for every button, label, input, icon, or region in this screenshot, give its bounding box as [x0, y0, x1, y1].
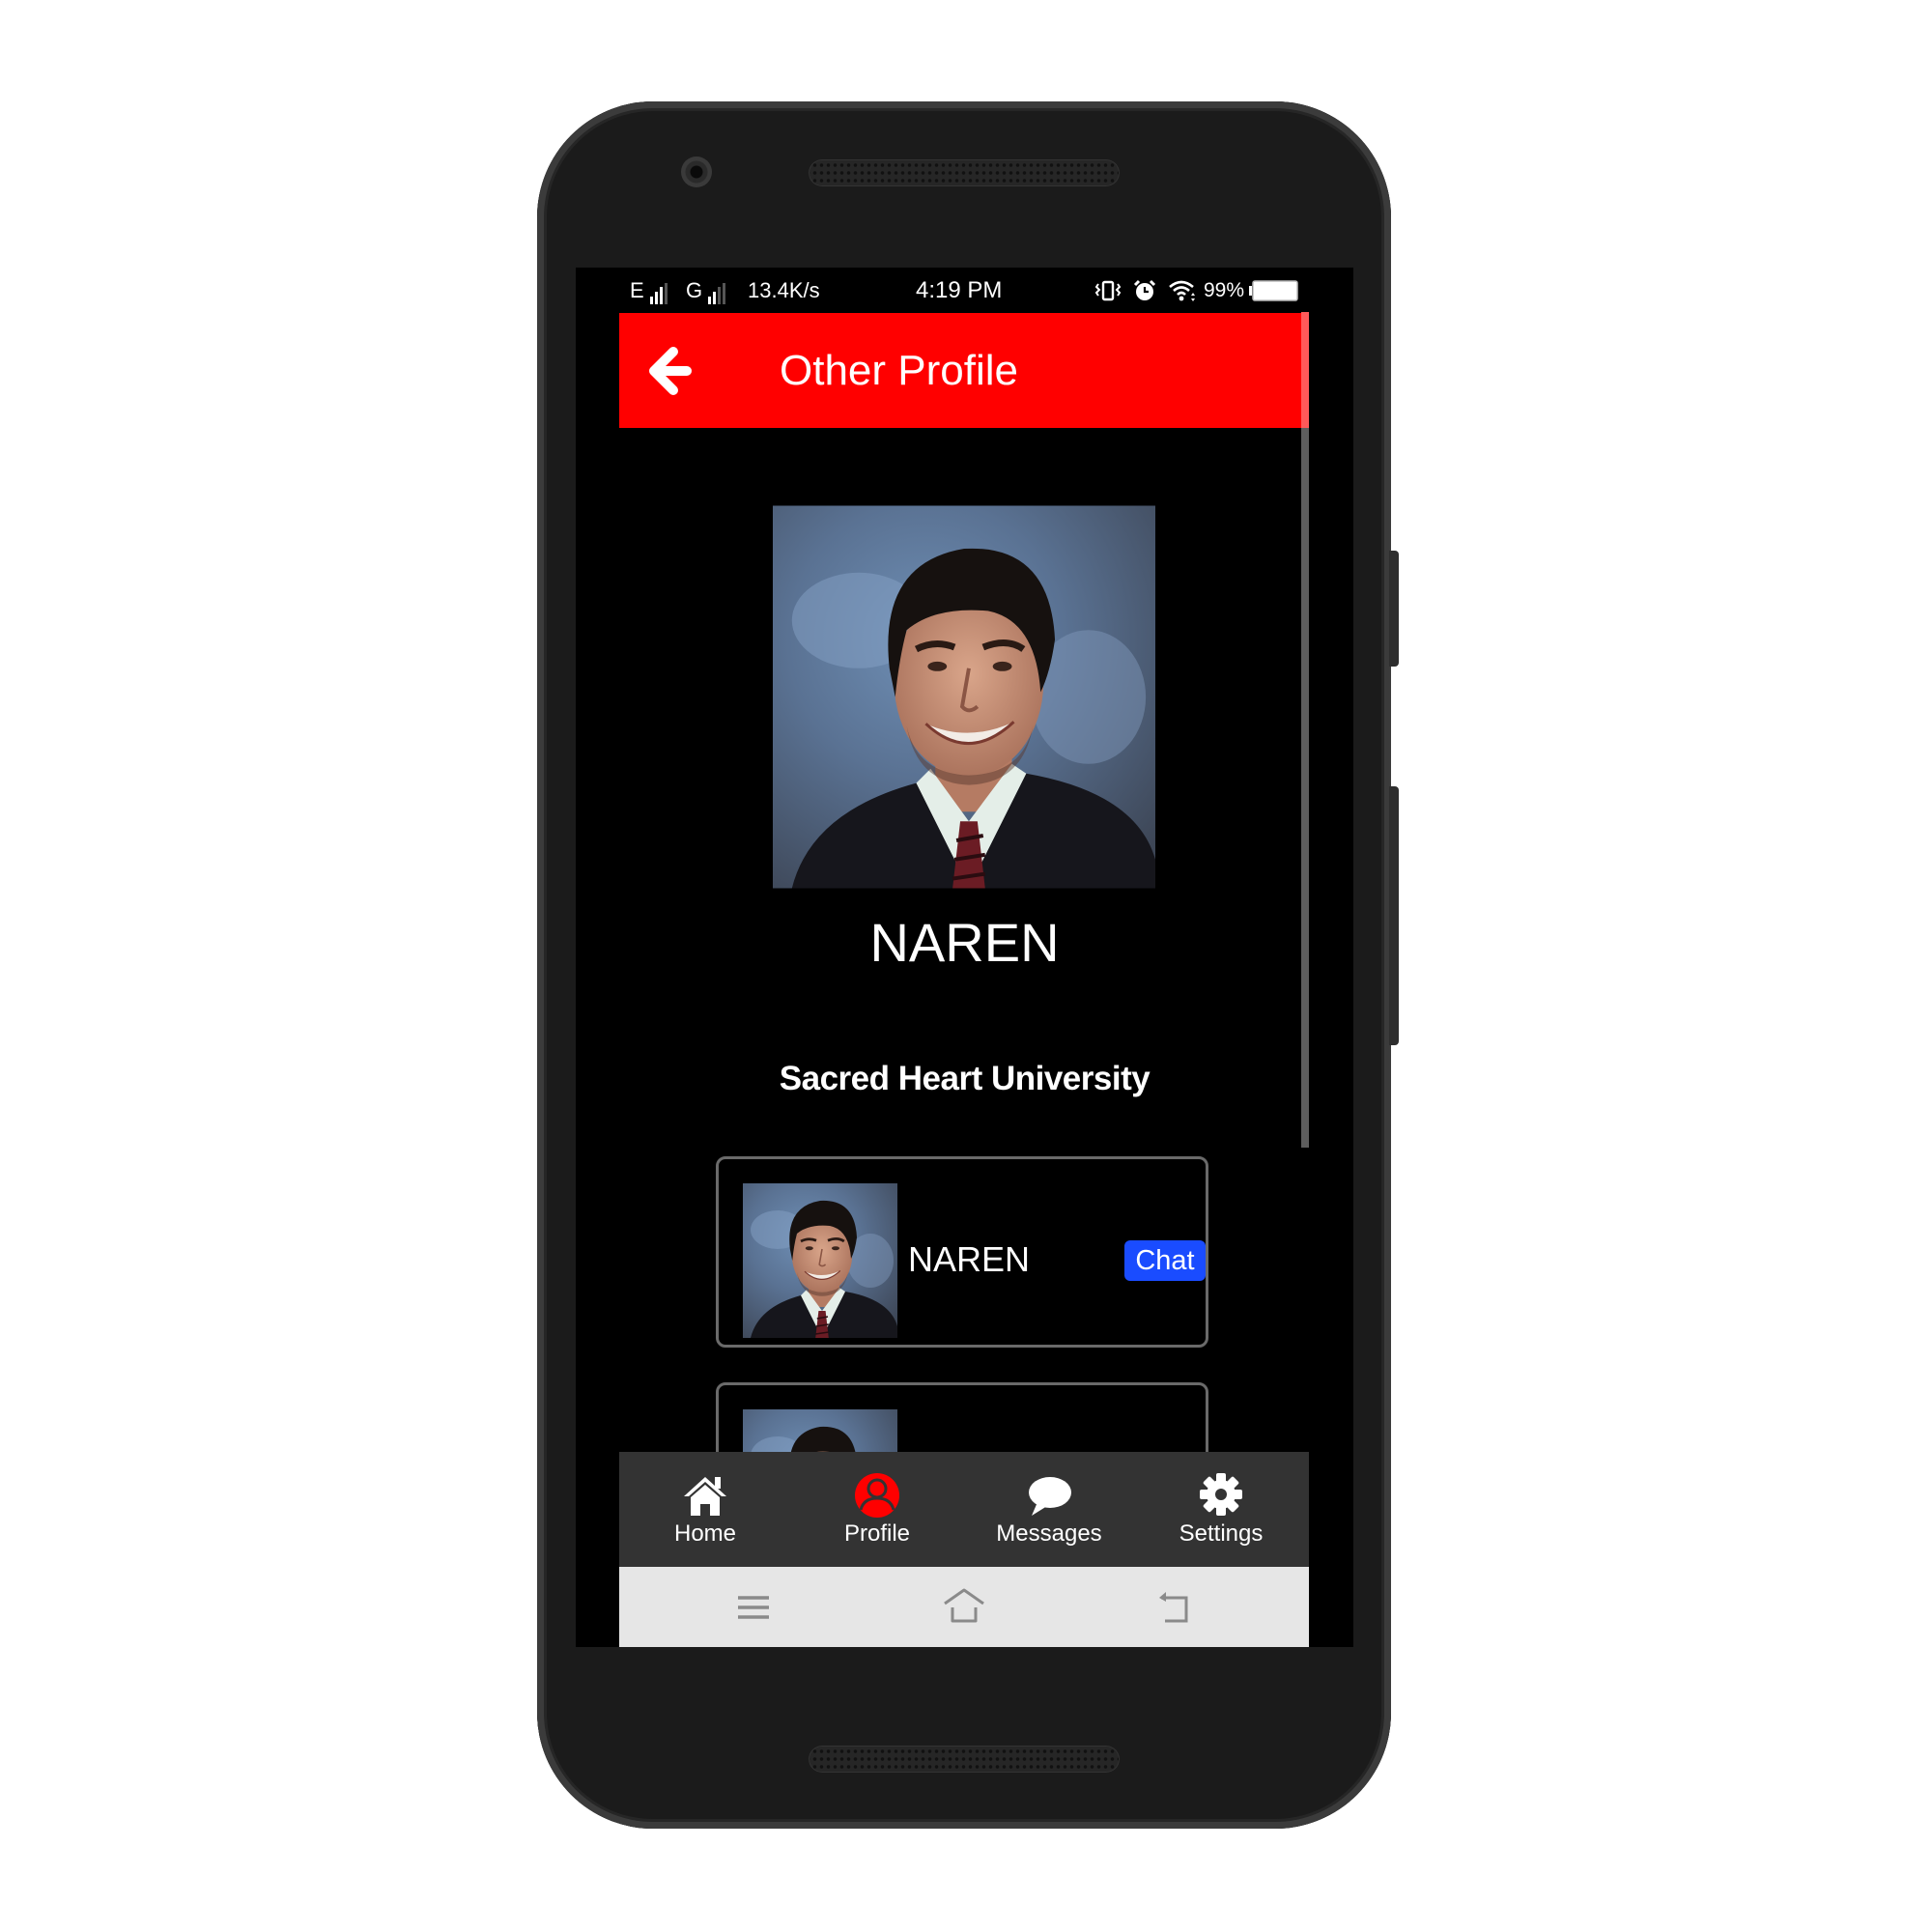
- network-type-2: G: [686, 278, 703, 302]
- chat-button[interactable]: Chat: [1124, 1240, 1206, 1281]
- back-system-button[interactable]: [1151, 1586, 1198, 1629]
- recents-button[interactable]: [730, 1586, 777, 1629]
- app-header: Other Profile: [619, 313, 1309, 428]
- carrier-2: G: [686, 279, 727, 304]
- carrier-1: E: [630, 279, 669, 304]
- list-item[interactable]: NAREN Chat: [716, 1156, 1208, 1348]
- portrait-thumbnail: [743, 1183, 897, 1338]
- nav-home[interactable]: Home: [619, 1452, 791, 1567]
- list-item-name: NAREN: [908, 1239, 1031, 1279]
- portrait-image: [773, 505, 1155, 889]
- profile-photo: [773, 505, 1155, 889]
- nav-messages-label: Messages: [996, 1520, 1102, 1547]
- wifi-icon: [1168, 279, 1197, 307]
- scrollbar[interactable]: [1301, 312, 1309, 1148]
- gear-icon: [1200, 1473, 1242, 1516]
- profile-name: NAREN: [869, 912, 1060, 973]
- volume-button: [1389, 786, 1399, 1045]
- home-icon: [684, 1477, 726, 1516]
- nav-settings-label: Settings: [1179, 1520, 1264, 1547]
- status-bar: E G 13.4K/s 4:19 PM 99%: [576, 268, 1353, 314]
- bottom-speaker: [809, 1746, 1120, 1773]
- signal-icon: [649, 281, 669, 304]
- nav-messages[interactable]: Messages: [963, 1452, 1135, 1567]
- home-system-button[interactable]: [941, 1586, 987, 1629]
- clock: 4:19 PM: [916, 277, 1003, 303]
- nav-settings[interactable]: Settings: [1135, 1452, 1307, 1567]
- arrow-left-icon: [649, 347, 692, 395]
- nav-profile-label: Profile: [843, 1520, 911, 1547]
- screen: E G 13.4K/s 4:19 PM 99% Other Profile NA…: [576, 268, 1353, 1647]
- back-button[interactable]: [642, 342, 700, 400]
- network-type-1: E: [630, 278, 644, 302]
- home-outline-icon: [944, 1588, 984, 1623]
- user-icon: [855, 1473, 899, 1518]
- menu-icon: [738, 1596, 769, 1619]
- network-speed: 13.4K/s: [748, 278, 820, 302]
- front-camera: [681, 156, 712, 187]
- earpiece-speaker: [809, 159, 1120, 186]
- nav-profile[interactable]: Profile: [791, 1452, 963, 1567]
- battery-percent: 99%: [1204, 279, 1245, 301]
- profile-university: Sacred Heart University: [779, 1060, 1151, 1097]
- page-title: Other Profile: [780, 347, 1018, 394]
- nav-home-label: Home: [673, 1520, 737, 1547]
- battery-icon: [1249, 280, 1299, 306]
- back-icon: [1159, 1592, 1188, 1623]
- system-nav-bar: [619, 1567, 1309, 1647]
- vibrate-icon: [1094, 279, 1122, 307]
- chat-bubble-icon: [1029, 1477, 1071, 1516]
- bottom-nav: Home Profile Messages Settings: [619, 1452, 1309, 1567]
- signal-icon: [708, 281, 727, 304]
- list-item-photo: [743, 1183, 897, 1338]
- scrollbar-header-segment: [1301, 312, 1309, 428]
- power-button: [1389, 551, 1399, 667]
- alarm-icon: [1133, 279, 1156, 307]
